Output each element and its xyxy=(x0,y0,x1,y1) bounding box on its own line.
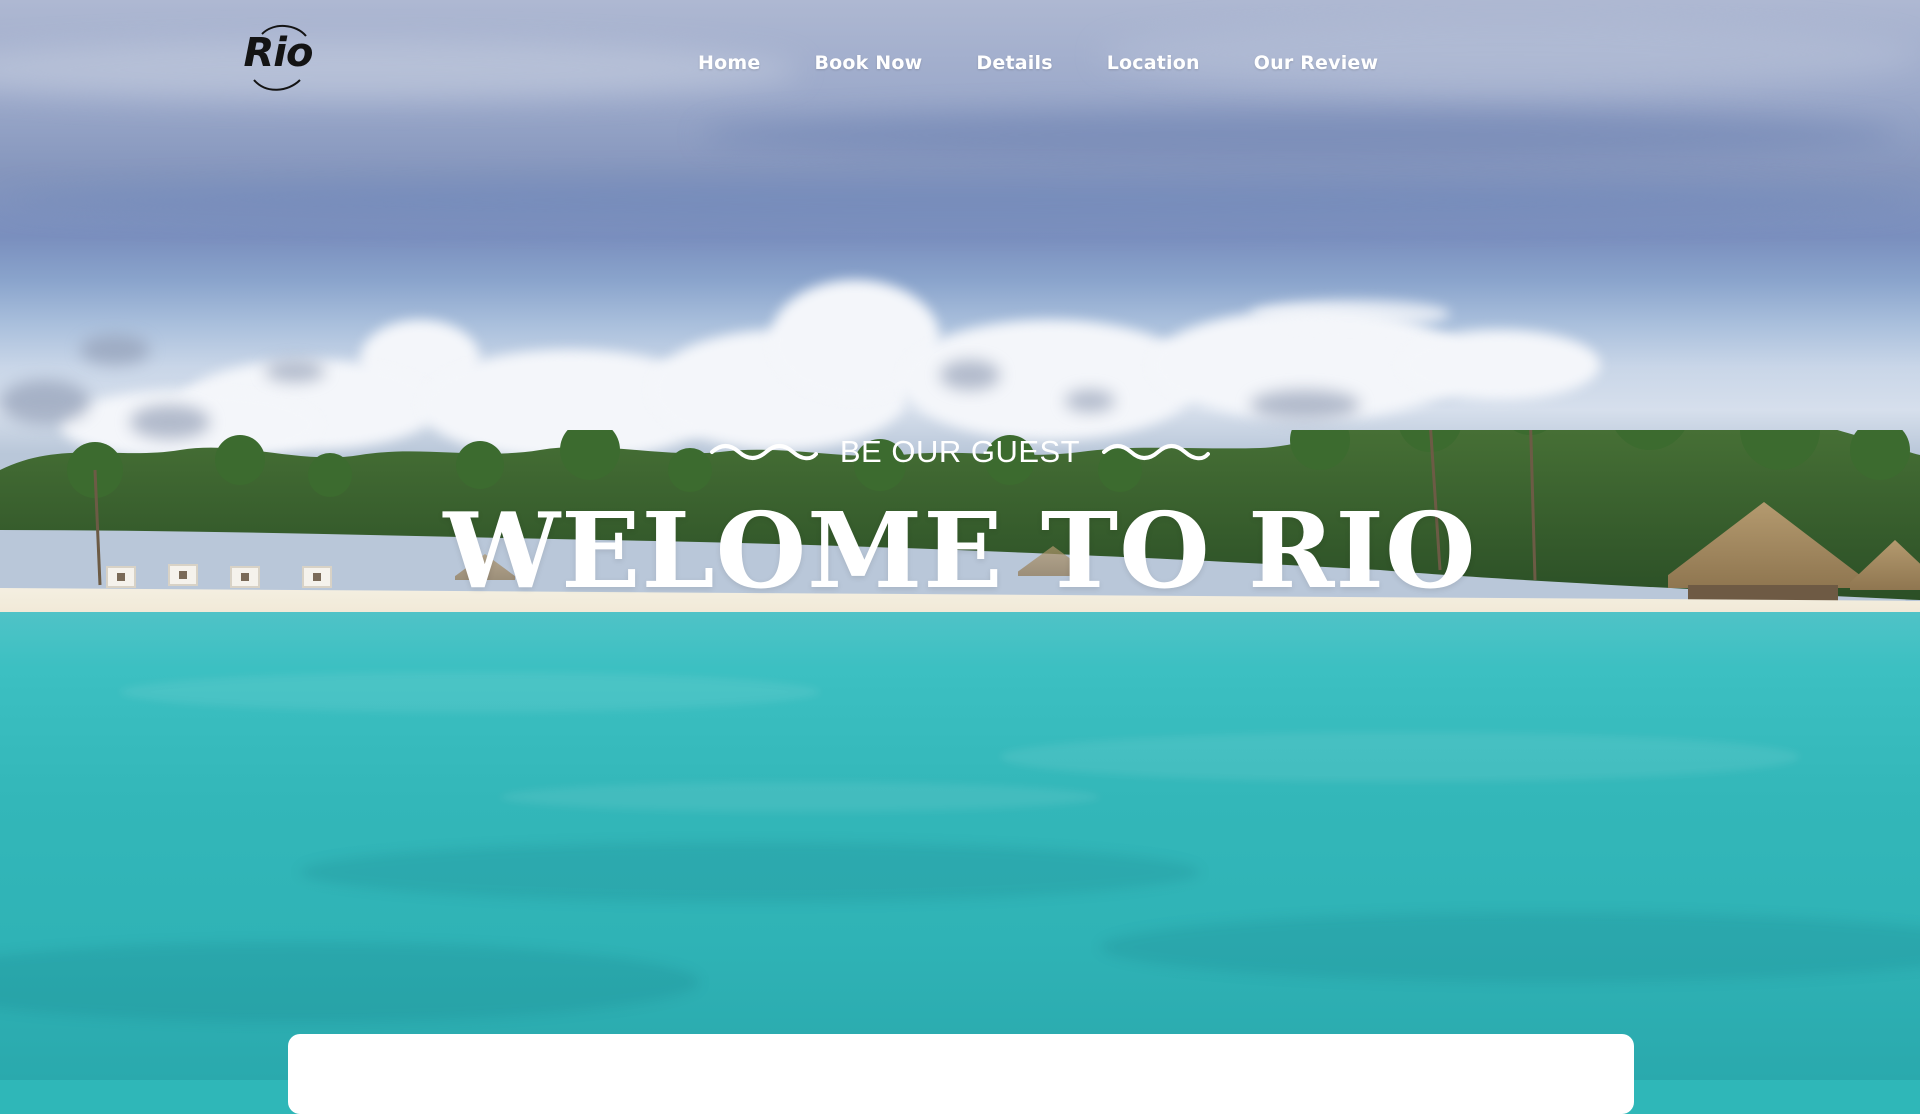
water-highlight xyxy=(120,672,820,712)
nav-details[interactable]: Details xyxy=(976,52,1052,74)
nav-home[interactable]: Home xyxy=(698,52,760,74)
top-navbar: Rio Home Book Now Details Location Our R… xyxy=(0,0,1920,130)
cloud xyxy=(940,360,1000,390)
cloud xyxy=(1400,330,1600,400)
logo[interactable]: Rio xyxy=(240,22,316,92)
cloud xyxy=(80,335,150,365)
hero-eyebrow: BE OUR GUEST xyxy=(0,434,1920,470)
eyebrow-text: BE OUR GUEST xyxy=(839,434,1081,469)
wave-divider-icon xyxy=(1102,444,1211,461)
sea xyxy=(0,612,1920,1080)
nav-our-review[interactable]: Our Review xyxy=(1254,52,1379,74)
cloud xyxy=(1250,300,1450,328)
water-shadow xyxy=(0,942,700,1022)
logo-text: Rio xyxy=(243,30,314,76)
nav-location[interactable]: Location xyxy=(1107,52,1200,74)
cloud xyxy=(265,360,325,382)
hero-headline: WELOME TO RIO xyxy=(443,489,1477,612)
cloud xyxy=(1065,390,1115,412)
water-shadow xyxy=(1100,912,1920,982)
water-highlight xyxy=(500,782,1100,812)
water-highlight xyxy=(1000,732,1800,782)
cloud xyxy=(1250,390,1360,420)
nav-book-now[interactable]: Book Now xyxy=(814,52,922,74)
nav-menu: Home Book Now Details Location Our Revie… xyxy=(698,52,1378,74)
wave-divider-icon xyxy=(709,444,818,461)
booking-card xyxy=(288,1034,1634,1114)
cloud xyxy=(0,380,90,424)
sky-streak xyxy=(0,180,1920,220)
water-shadow xyxy=(300,842,1200,902)
